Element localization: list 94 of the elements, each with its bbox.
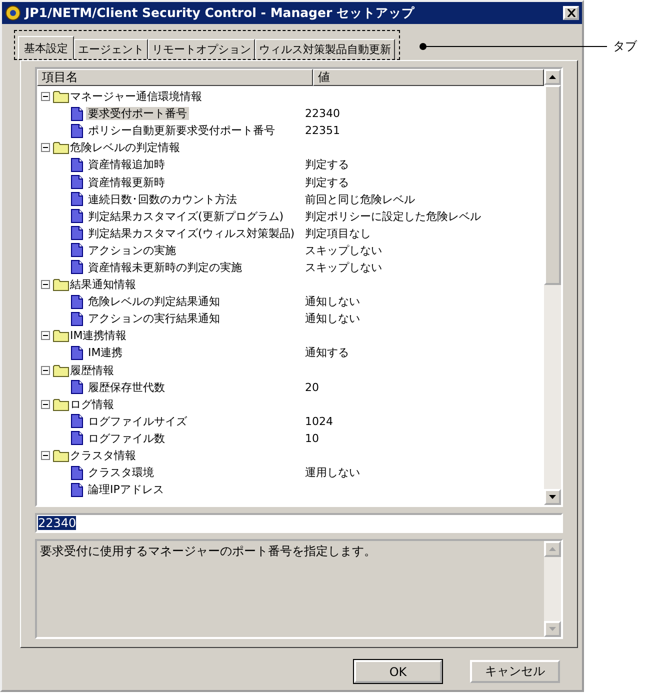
collapse-icon[interactable]	[41, 143, 50, 152]
item-value: 通知しない	[305, 311, 360, 326]
tree-item-label[interactable]: ログファイルサイズ	[86, 414, 189, 428]
item-value: 判定ポリシーに設定した危険レベル	[305, 208, 481, 224]
tree-group-label[interactable]: マネージャー通信環境情報	[70, 89, 202, 104]
document-icon	[71, 158, 83, 172]
item-value: 判定項目なし	[305, 226, 371, 241]
document-icon	[71, 294, 83, 309]
document-icon	[71, 431, 83, 446]
tree-item-label[interactable]: アクションの実施	[86, 244, 178, 257]
down-arrow-icon	[549, 495, 556, 499]
document-icon	[71, 346, 83, 360]
callout-label: タブ	[613, 38, 637, 55]
document-icon	[71, 106, 83, 121]
tree-item-label[interactable]: 要求受付ポート番号	[86, 107, 189, 120]
description-text: 要求受付に使用するマネージャーのポート番号を指定します。	[39, 543, 377, 560]
collapse-icon[interactable]	[41, 331, 50, 340]
tree-item-label[interactable]: 連続日数･回数のカウント方法	[86, 192, 239, 206]
column-header[interactable]: 値	[313, 69, 544, 86]
tree-item-label[interactable]: 判定結果カスタマイズ(ウィルス対策製品)	[86, 226, 297, 240]
item-value: 22351	[305, 124, 340, 138]
folder-icon	[53, 278, 69, 292]
collapse-icon[interactable]	[41, 400, 50, 409]
window-title: JP1/NETM/Client Security Control - Manager セットアップ	[25, 4, 416, 22]
document-icon	[71, 192, 83, 206]
app-icon	[5, 5, 21, 21]
folder-icon	[53, 364, 69, 377]
tab[interactable]: エージェント	[74, 39, 148, 59]
scroll-up-button[interactable]	[544, 69, 561, 85]
scroll-down-button[interactable]	[544, 489, 561, 505]
document-icon	[71, 226, 83, 240]
collapse-icon[interactable]	[41, 92, 50, 102]
item-value: 運用しない	[305, 465, 360, 480]
document-icon	[71, 312, 83, 326]
item-value: 1024	[305, 414, 333, 428]
folder-icon	[53, 329, 69, 342]
tree-item-label[interactable]: 論理IPアドレス	[86, 483, 166, 496]
tree-item-label[interactable]: ポリシー自動更新要求受付ポート番号	[86, 124, 277, 138]
tree-group-label[interactable]: 結果通知情報	[70, 277, 136, 292]
tree-item-label[interactable]: クラスタ環境	[86, 466, 156, 480]
collapse-icon[interactable]	[41, 366, 50, 375]
tree-item-label[interactable]: ログファイル数	[86, 432, 167, 445]
document-icon	[71, 482, 83, 497]
document-icon	[71, 175, 83, 190]
close-button[interactable]	[563, 6, 579, 20]
up-arrow-icon	[549, 547, 556, 551]
item-value: 通知しない	[305, 294, 360, 310]
tree-item-label[interactable]: アクションの実行結果通知	[86, 312, 222, 326]
down-arrow-icon	[549, 627, 556, 631]
tree-group-label[interactable]: IM連携情報	[70, 328, 127, 344]
scrollbar[interactable]	[544, 69, 561, 505]
up-arrow-icon	[549, 75, 556, 79]
tree-item-label[interactable]: 判定結果カスタマイズ(更新プログラム)	[86, 210, 286, 223]
document-icon	[71, 380, 83, 394]
folder-icon	[53, 449, 69, 462]
document-icon	[71, 243, 83, 258]
folder-icon	[53, 398, 69, 411]
document-icon	[71, 260, 83, 274]
folder-icon	[53, 90, 69, 104]
document-icon	[71, 414, 83, 428]
tree-item-label[interactable]: 履歴保存世代数	[86, 380, 167, 394]
item-value: スキップしない	[305, 242, 382, 258]
item-value: 通知する	[305, 345, 349, 360]
tree-group-label[interactable]: ログ情報	[70, 396, 114, 412]
item-value: スキップしない	[305, 260, 382, 275]
item-value: 判定する	[305, 174, 349, 190]
scroll-thumb[interactable]	[544, 85, 561, 285]
collapse-icon[interactable]	[41, 451, 50, 460]
tree-item-label[interactable]: 危険レベルの判定結果通知	[86, 295, 222, 308]
tab[interactable]: リモートオプション	[148, 39, 255, 59]
collapse-icon[interactable]	[41, 280, 50, 290]
tree-group-label[interactable]: 危険レベルの判定情報	[70, 140, 180, 156]
tree-item-label[interactable]: 資産情報追加時	[86, 158, 167, 172]
item-value: 20	[305, 380, 319, 394]
document-icon	[71, 209, 83, 224]
close-icon	[566, 9, 576, 17]
item-value: 判定する	[305, 157, 349, 172]
item-value: 10	[305, 432, 319, 445]
item-value: 前回と同じ危険レベル	[305, 192, 415, 207]
value-input-field[interactable]: 22340	[35, 513, 563, 533]
document-icon	[71, 466, 83, 480]
ok-button[interactable]: OK	[354, 660, 442, 683]
tree-item-label[interactable]: IM連携	[86, 346, 125, 360]
folder-icon	[53, 141, 69, 154]
cancel-button[interactable]: キャンセル	[470, 660, 560, 683]
column-header[interactable]: 項目名	[37, 69, 313, 86]
tree-group-label[interactable]: クラスタ情報	[70, 448, 136, 464]
tab[interactable]: ウィルス対策製品自動更新	[255, 39, 395, 59]
tree-item-label[interactable]: 資産情報更新時	[86, 176, 167, 189]
tree-group-label[interactable]: 履歴情報	[70, 362, 114, 378]
document-icon	[71, 124, 83, 138]
item-value: 22340	[305, 107, 340, 120]
tree-item-label[interactable]: 資産情報未更新時の判定の実施	[86, 260, 244, 274]
tab[interactable]: 基本設定	[18, 36, 74, 59]
